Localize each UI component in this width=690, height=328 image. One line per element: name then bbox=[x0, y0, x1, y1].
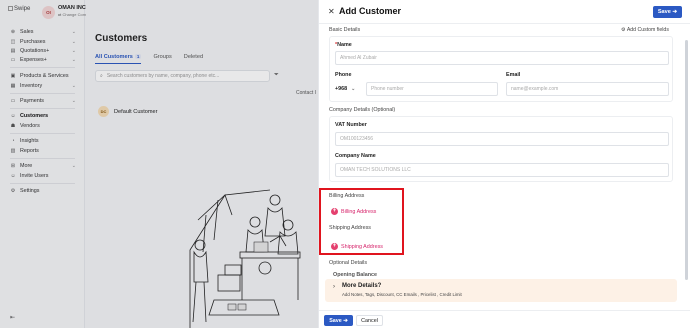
drawer-footer: Save ➔ Cancel bbox=[319, 310, 690, 328]
vat-input[interactable]: OM100123456 bbox=[335, 132, 669, 146]
phone-label: Phone bbox=[335, 72, 352, 78]
arrow-right-icon: ➔ bbox=[343, 317, 348, 324]
company-name-label: Company Name bbox=[335, 153, 376, 159]
more-details-title: More Details? bbox=[342, 283, 382, 289]
vat-label: VAT Number bbox=[335, 122, 367, 128]
opening-balance-label: Opening Balance bbox=[333, 272, 378, 278]
company-details-heading: Company Details (Optional) bbox=[329, 107, 396, 113]
save-button[interactable]: Save ➔ bbox=[653, 6, 682, 18]
scrollbar[interactable] bbox=[685, 40, 688, 280]
cancel-button[interactable]: Cancel bbox=[356, 315, 383, 326]
arrow-right-icon: ➔ bbox=[672, 9, 678, 15]
highlight-box bbox=[319, 188, 404, 255]
email-input[interactable]: name@example.com bbox=[506, 82, 669, 96]
add-custom-fields-button[interactable]: ⚙ Add Custom fields bbox=[621, 27, 669, 33]
optional-details-heading: Optional Details bbox=[329, 260, 368, 266]
basic-details-heading: Basic Details bbox=[329, 27, 361, 33]
name-label: *Name bbox=[335, 42, 352, 48]
add-customer-drawer: ✕ Add Customer Save ➔ Basic Details ⚙ Ad… bbox=[318, 0, 690, 328]
settings-icon: ⚙ bbox=[621, 27, 626, 33]
more-details-panel[interactable]: › More Details? Add Notes, Tags, Discoun… bbox=[325, 279, 677, 302]
name-input[interactable]: Ahmed Al Zubair bbox=[335, 51, 669, 65]
modal-overlay[interactable] bbox=[0, 0, 318, 328]
chevron-right-icon: › bbox=[333, 284, 335, 290]
chevron-down-icon: ⌄ bbox=[351, 86, 356, 92]
more-details-subtitle: Add Notes, Tags, Discount, CC Emails , P… bbox=[342, 292, 462, 297]
phone-input[interactable]: Phone number bbox=[366, 82, 498, 96]
email-label: Email bbox=[506, 72, 521, 78]
drawer-header: ✕ Add Customer Save ➔ bbox=[319, 0, 690, 24]
company-name-input[interactable]: OMAN TECH SOLUTIONS LLC bbox=[335, 163, 669, 177]
close-icon[interactable]: ✕ bbox=[328, 7, 335, 16]
drawer-title: Add Customer bbox=[339, 6, 402, 16]
save-button-bottom[interactable]: Save ➔ bbox=[324, 315, 353, 326]
country-code-select[interactable]: +968 ⌄ bbox=[335, 82, 363, 96]
